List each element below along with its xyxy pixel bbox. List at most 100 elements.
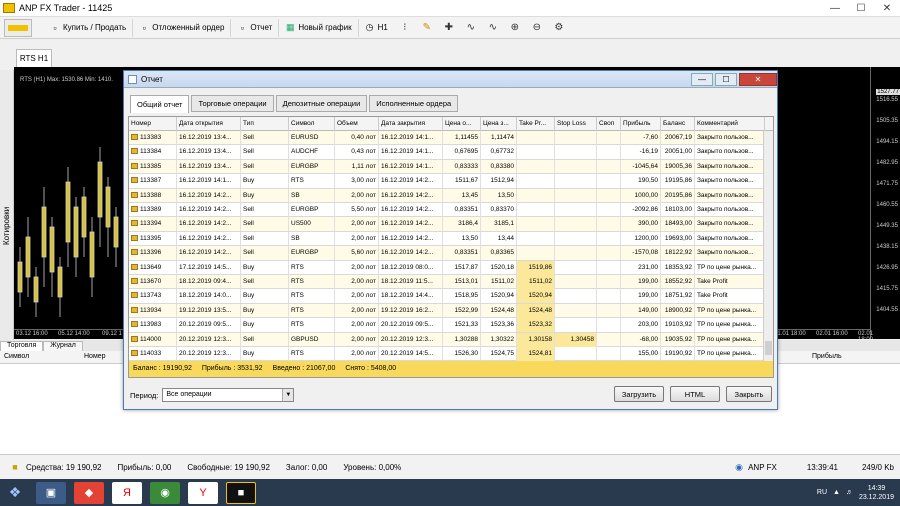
table-row[interactable]: 113983 20.12.2019 09:5... Buy RTS 2,00 лот 20… <box>129 318 765 333</box>
tab-trading[interactable]: Торговля <box>0 341 44 351</box>
zoom-in-icon[interactable]: ⊕ <box>506 19 524 37</box>
taskbar-app-anydesk-icon[interactable]: ◆ <box>74 481 104 504</box>
dialog-maximize-icon[interactable]: ☐ <box>715 72 737 86</box>
broker-logo <box>4 18 32 37</box>
table-row[interactable]: 113389 16.12.2019 14:2... Sell EURGBP 5,50 л… <box>129 203 765 218</box>
table-row[interactable]: 113388 16.12.2019 14:2... Buy SB 2,00 лот 16.… <box>129 188 765 203</box>
timeframe-button[interactable]: ◷ H1 <box>359 19 394 37</box>
table-cell: Sell <box>241 332 289 347</box>
table-cell <box>597 231 621 246</box>
order-ticket-icon <box>131 306 138 313</box>
taskbar-app-yandex-browser-icon[interactable]: Y <box>188 481 218 504</box>
table-row[interactable]: 113385 16.12.2019 13:4... Sell EURGBP 1,11 л… <box>129 159 765 175</box>
report-button[interactable]: ▫ Отчет <box>231 18 280 37</box>
chart-tab[interactable]: RTS H1 <box>16 49 52 67</box>
tab-deposit-operations[interactable]: Депозитные операции <box>275 95 368 112</box>
table-row[interactable]: 113743 18.12.2019 14:0... Buy RTS 2,00 лот 18… <box>129 289 765 304</box>
pencil-icon[interactable]: ✎ <box>418 19 436 37</box>
column-header[interactable]: Баланс <box>661 117 695 131</box>
table-cell: 18.12.2019 11:5... <box>379 275 443 289</box>
zoom-out-icon[interactable]: ⊖ <box>528 19 546 37</box>
period-select[interactable]: Все операции ▼ <box>162 388 295 402</box>
table-row[interactable]: 113383 16.12.2019 13:4... Sell EURUSD 0,40 л… <box>129 131 765 146</box>
chart-type-icon[interactable]: ∿ <box>484 19 502 37</box>
price-tick: 1426.95 <box>876 265 898 271</box>
close-button[interactable]: Закрыть <box>726 386 772 402</box>
cross-icon[interactable]: ✚ <box>440 19 458 37</box>
tab-trade-operations[interactable]: Торговые операции <box>191 95 274 112</box>
html-button[interactable]: HTML <box>670 386 720 402</box>
scroll-thumb[interactable] <box>765 341 772 355</box>
table-row[interactable]: 113387 16.12.2019 14:1... Buy RTS 3,00 лот 16… <box>129 174 765 189</box>
tray-network-icon[interactable]: ▲ <box>833 489 840 496</box>
price-axis[interactable]: 1516.55 1505.35 1494.15 1482.95 1471.75 … <box>870 67 900 339</box>
table-cell <box>517 217 555 232</box>
table-row[interactable]: 113394 16.12.2019 14:2... Sell US500 2,00 ло… <box>129 217 765 232</box>
column-header[interactable]: Дата закрытия <box>379 117 443 131</box>
load-button[interactable]: Загрузить <box>614 386 664 402</box>
crosshair-tool-icon[interactable]: ⁝ <box>396 19 414 37</box>
minimize-icon[interactable]: — <box>822 0 848 17</box>
pending-order-button[interactable]: ▫ Отложенный ордер <box>133 18 232 37</box>
table-row[interactable]: 113670 18.12.2019 09:4... Sell RTS 2,00 лот 1… <box>129 275 765 290</box>
price-tick: 1471.75 <box>876 181 898 187</box>
table-cell: Закрыто пользов... <box>695 159 765 174</box>
table-cell <box>597 145 621 160</box>
dialog-close-icon[interactable]: ✕ <box>739 72 777 86</box>
table-row[interactable]: 113934 19.12.2019 13:5... Buy RTS 2,00 лот 19… <box>129 303 765 319</box>
maximize-icon[interactable]: ☐ <box>848 0 874 17</box>
tab-executed-orders[interactable]: Исполненные ордера <box>369 95 459 112</box>
column-header[interactable]: Цена о... <box>443 117 481 131</box>
settings-gear-icon[interactable]: ⚙ <box>550 19 568 37</box>
dialog-titlebar[interactable]: Отчет — ☐ ✕ <box>124 71 777 88</box>
column-header[interactable]: Комментарий <box>695 117 765 131</box>
tab-general-report[interactable]: Общий отчет <box>130 95 190 113</box>
table-cell: 2,00 лот <box>335 275 379 289</box>
quotes-side-panel[interactable]: Котировки <box>0 70 14 340</box>
window-title: ANP FX Trader - 11425 <box>19 3 113 13</box>
tray-volume-icon[interactable]: ♬ <box>846 489 853 496</box>
tray-lang[interactable]: RU <box>817 489 827 496</box>
col-number[interactable]: Номер <box>84 353 106 360</box>
column-header[interactable]: Stop Loss <box>555 117 597 131</box>
close-icon[interactable]: ✕ <box>874 0 900 17</box>
table-row[interactable]: 114033 20.12.2019 12:3... Buy RTS 2,00 лот 20… <box>129 347 765 362</box>
indicator-icon[interactable]: ∿ <box>462 19 480 37</box>
windows-start-icon[interactable]: ❖ <box>0 479 30 506</box>
column-header[interactable]: Объем <box>335 117 379 131</box>
table-row[interactable]: 113395 16.12.2019 14:2... Sell SB 2,00 лот 16… <box>129 231 765 247</box>
table-row[interactable]: 113384 16.12.2019 13:4... Sell AUDCHF 0,43 л… <box>129 145 765 160</box>
order-ticket-icon <box>131 177 138 184</box>
taskbar-app-chrome-icon[interactable]: ◉ <box>150 481 180 504</box>
column-header[interactable]: Прибыль <box>621 117 661 131</box>
column-header[interactable]: Своп <box>597 117 621 131</box>
column-header[interactable]: Номер <box>129 117 177 131</box>
table-cell: 1520,18 <box>481 260 517 275</box>
table-cell: 1524,75 <box>481 347 517 361</box>
col-symbol[interactable]: Символ <box>4 353 29 360</box>
table-row[interactable]: 113649 17.12.2019 14:5... Buy RTS 2,00 лот 18… <box>129 260 765 275</box>
table-cell: 0,83351 <box>443 246 481 261</box>
column-header[interactable]: Цена з... <box>481 117 517 131</box>
dialog-minimize-icon[interactable]: — <box>691 72 713 86</box>
tab-journal[interactable]: Журнал <box>43 341 83 351</box>
table-cell: 18103,00 <box>661 203 695 217</box>
taskbar-app-yandex-icon[interactable]: Я <box>112 481 142 504</box>
taskbar-app-window-icon[interactable]: ▣ <box>36 481 66 504</box>
table-cell: 13,50 <box>443 231 481 246</box>
table-scrollbar[interactable] <box>763 131 773 361</box>
col-profit[interactable]: Прибыль <box>812 353 842 360</box>
table-row[interactable]: 114000 20.12.2019 12:3... Sell GBPUSD 2,00 л… <box>129 332 765 347</box>
table-cell: 1521,33 <box>443 318 481 333</box>
column-header[interactable]: Тип <box>241 117 289 131</box>
new-chart-button[interactable]: ▦ Новый график <box>279 18 359 37</box>
column-header[interactable]: Дата открытия <box>177 117 241 131</box>
table-cell <box>597 174 621 189</box>
column-header[interactable]: Символ <box>289 117 335 131</box>
table-row[interactable]: 113396 16.12.2019 14:2... Sell EURGBP 5,60 л… <box>129 246 765 261</box>
buy-sell-button[interactable]: ▫ Купить / Продать <box>44 18 134 37</box>
column-header[interactable]: Take Pr... <box>517 117 555 131</box>
taskbar-app-anp-icon[interactable]: ■ <box>226 481 256 504</box>
tray-clock[interactable]: 14:39 23.12.2019 <box>859 484 894 502</box>
report-table[interactable]: Номер Дата открытия Тип Символ Объем Дата зак… <box>128 116 774 378</box>
